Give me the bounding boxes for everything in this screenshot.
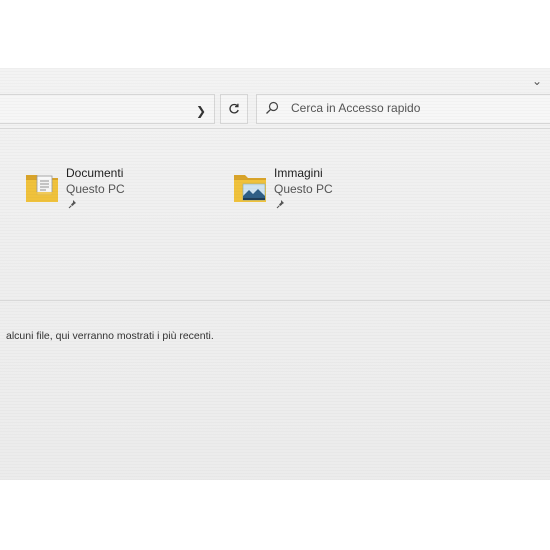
search-placeholder: Cerca in Accesso rapido xyxy=(291,101,421,115)
file-explorer-window: ⌄ ❯ Cerca in Accesso rapido Documenti Qu… xyxy=(0,68,550,480)
recent-files-empty-message: alcuni file, qui verranno mostrati i più… xyxy=(6,330,214,342)
ribbon-expand-chevron-icon[interactable]: ⌄ xyxy=(532,74,542,88)
pin-icon xyxy=(68,200,76,209)
item-name: Immagini xyxy=(274,166,323,180)
refresh-button[interactable] xyxy=(220,94,248,124)
item-location: Questo PC xyxy=(274,182,333,196)
address-toolbar: ❯ Cerca in Accesso rapido xyxy=(0,90,550,129)
documents-folder-icon xyxy=(26,175,58,202)
pictures-folder-icon xyxy=(234,175,266,202)
item-location: Questo PC xyxy=(66,182,125,196)
address-bar[interactable]: ❯ xyxy=(0,94,215,124)
recent-locations-chevron-icon[interactable]: ❯ xyxy=(196,104,206,118)
quick-access-item-documenti[interactable]: Documenti Questo PC xyxy=(24,166,204,216)
quick-access-item-immagini[interactable]: Immagini Questo PC xyxy=(232,166,412,216)
item-name: Documenti xyxy=(66,166,124,180)
section-divider xyxy=(0,300,550,301)
pin-icon xyxy=(276,200,284,209)
search-input[interactable]: Cerca in Accesso rapido xyxy=(256,94,550,124)
refresh-icon xyxy=(229,103,239,114)
search-icon xyxy=(266,101,279,114)
